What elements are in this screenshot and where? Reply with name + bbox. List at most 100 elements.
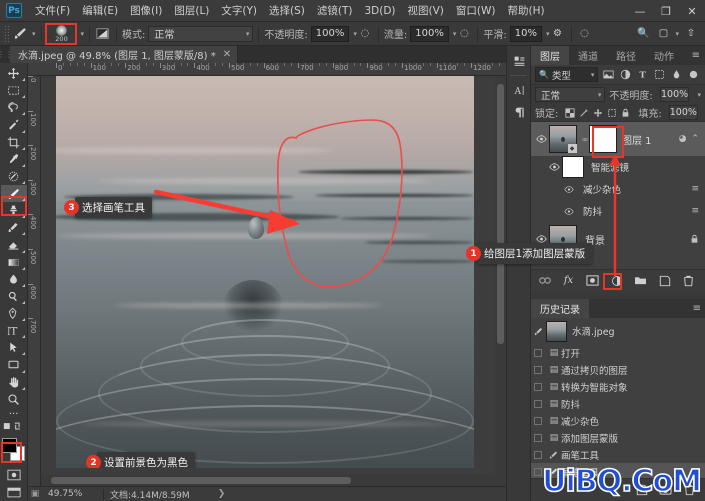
edit-toolbar-button[interactable]: ···: [1, 408, 27, 421]
screen-mode-button[interactable]: [1, 484, 27, 501]
tabbar-grip[interactable]: ⋮⋮: [0, 46, 13, 63]
workspace-caret[interactable]: ▾: [675, 30, 679, 38]
hand-tool[interactable]: [1, 374, 27, 391]
new-group-icon[interactable]: [633, 273, 648, 288]
tab-paths[interactable]: 路径: [607, 46, 645, 65]
menu-view[interactable]: 视图(V): [402, 0, 450, 21]
eraser-tool[interactable]: [1, 236, 27, 253]
brush-preset-picker[interactable]: 200: [47, 23, 77, 45]
menu-file[interactable]: 文件(F): [29, 0, 76, 21]
canvas-horizontal-scrollbar[interactable]: [41, 475, 495, 486]
image-canvas[interactable]: 3 选择画笔工具 2 设置前景色为黑色: [56, 76, 474, 468]
gear-icon[interactable]: ⚙: [550, 26, 566, 42]
shape-filter-icon[interactable]: [653, 67, 667, 82]
eyedropper-tool[interactable]: [1, 151, 27, 168]
filter-options-icon[interactable]: ≡: [691, 184, 705, 194]
vertical-ruler[interactable]: 0 100 200 300 400 500 600 700: [28, 76, 41, 486]
history-state-row[interactable]: ▤ 防抖: [531, 395, 705, 412]
history-state-row[interactable]: ▤ 减少杂色: [531, 412, 705, 429]
canvas-area[interactable]: 0 100 200 300 400 500 600 700 800 900 1000 1100 1200…: [28, 63, 506, 501]
layer-visibility-icon[interactable]: [533, 135, 549, 143]
lock-transparency-icon[interactable]: [565, 106, 575, 119]
shape-tool[interactable]: [1, 356, 27, 373]
history-brush-checkbox[interactable]: [534, 450, 542, 459]
history-brush-source-icon[interactable]: [534, 326, 544, 337]
history-state-row[interactable]: ▤ 转换为智能对象: [531, 378, 705, 395]
history-brush-tool[interactable]: [1, 219, 27, 236]
layer-name[interactable]: 背景: [581, 232, 690, 247]
layer-opacity-input[interactable]: 100%: [659, 87, 690, 102]
history-brush-checkbox[interactable]: [534, 433, 542, 442]
quick-mask-mode-button[interactable]: [1, 467, 27, 484]
foreground-color-swatch[interactable]: [1, 438, 17, 454]
history-brush-checkbox[interactable]: [534, 365, 542, 374]
panel-menu-icon[interactable]: ≡: [693, 304, 701, 314]
layer-row-reduce-noise[interactable]: 减少杂色 ≡: [531, 178, 705, 200]
smart-filter-name[interactable]: 减少杂色: [581, 182, 691, 196]
search-icon[interactable]: 🔍: [635, 26, 651, 42]
filter-options-icon[interactable]: ≡: [691, 206, 705, 216]
layer-thumbnail[interactable]: [549, 125, 577, 153]
canvas-vertical-scrollbar[interactable]: [495, 76, 506, 486]
link-layers-icon[interactable]: [537, 273, 552, 288]
flow-input[interactable]: 100%: [410, 25, 449, 42]
document-tab[interactable]: 水滴.jpeg @ 49.8% (图层 1, 图层蒙版/8) * ✕: [10, 46, 239, 63]
tab-actions[interactable]: 动作: [645, 46, 683, 65]
brush-tool[interactable]: [0, 184, 27, 203]
quick-selection-tool[interactable]: [1, 116, 27, 133]
dodge-tool[interactable]: [1, 288, 27, 305]
smart-filter-mask-thumbnail[interactable]: [562, 156, 584, 178]
symmetry-icon[interactable]: ◌: [577, 26, 593, 42]
menu-type[interactable]: 文字(Y): [215, 0, 263, 21]
menu-image[interactable]: 图像(I): [124, 0, 168, 21]
menu-edit[interactable]: 编辑(E): [76, 0, 124, 21]
options-grip[interactable]: [4, 24, 10, 43]
brush-size-caret[interactable]: ▾: [81, 30, 85, 38]
tab-channels[interactable]: 通道: [569, 46, 607, 65]
lock-image-icon[interactable]: [579, 106, 589, 119]
color-swatches[interactable]: [1, 437, 27, 462]
smoothing-input[interactable]: 10%: [509, 25, 542, 42]
history-brush-checkbox[interactable]: [534, 382, 542, 391]
adjustment-layer-icon[interactable]: [609, 273, 624, 288]
panel-menu-icon[interactable]: ≡: [692, 51, 700, 61]
history-snapshot-row[interactable]: 水滴.jpeg: [531, 318, 705, 344]
adjustment-filter-icon[interactable]: [619, 67, 633, 82]
layer-filter-type-select[interactable]: 🔍 类型 ▾: [535, 67, 599, 82]
smart-filter-icon[interactable]: [670, 67, 684, 82]
close-button[interactable]: ✕: [679, 0, 705, 22]
opacity-input[interactable]: 100%: [310, 25, 350, 42]
move-tool[interactable]: [1, 65, 27, 82]
layer-row-smart-filters[interactable]: 智能滤镜: [531, 156, 705, 178]
type-tool[interactable]: T: [1, 322, 27, 339]
menu-3d[interactable]: 3D(D): [358, 2, 401, 20]
gradient-tool[interactable]: [1, 254, 27, 271]
history-brush-checkbox[interactable]: [534, 399, 542, 408]
minimize-button[interactable]: —: [627, 0, 653, 22]
status-expand-arrow[interactable]: ❯: [218, 489, 226, 499]
layer-opacity-caret[interactable]: ▾: [697, 91, 701, 99]
zoom-level[interactable]: 49.75%: [42, 489, 97, 499]
layer-row-shake-reduction[interactable]: 防抖 ≡: [531, 200, 705, 222]
pressure-opacity-icon[interactable]: ◌: [357, 26, 373, 42]
history-brush-checkbox[interactable]: [534, 416, 542, 425]
layer-visibility-icon[interactable]: [533, 235, 549, 243]
history-brush-checkbox[interactable]: [534, 348, 542, 357]
scrollbar-thumb[interactable]: [51, 477, 351, 484]
new-layer-icon[interactable]: [657, 273, 672, 288]
zoom-tool[interactable]: [1, 391, 27, 408]
layer-fill-input[interactable]: 100%: [668, 105, 698, 120]
layer-mask-thumbnail[interactable]: [589, 125, 617, 153]
properties-icon[interactable]: [507, 50, 531, 72]
airbrush-icon[interactable]: ◌: [456, 26, 472, 42]
lasso-tool[interactable]: [1, 99, 27, 116]
lock-artboard-icon[interactable]: [607, 106, 617, 119]
delete-layer-icon[interactable]: [681, 273, 696, 288]
crop-tool[interactable]: [1, 134, 27, 151]
menu-layer[interactable]: 图层(L): [168, 0, 215, 21]
menu-select[interactable]: 选择(S): [263, 0, 311, 21]
layer-style-fx-icon[interactable]: fx: [561, 273, 576, 288]
scrollbar-thumb[interactable]: [497, 84, 504, 344]
quick-mask-icons[interactable]: [1, 420, 27, 433]
tab-layers[interactable]: 图层: [531, 46, 569, 65]
